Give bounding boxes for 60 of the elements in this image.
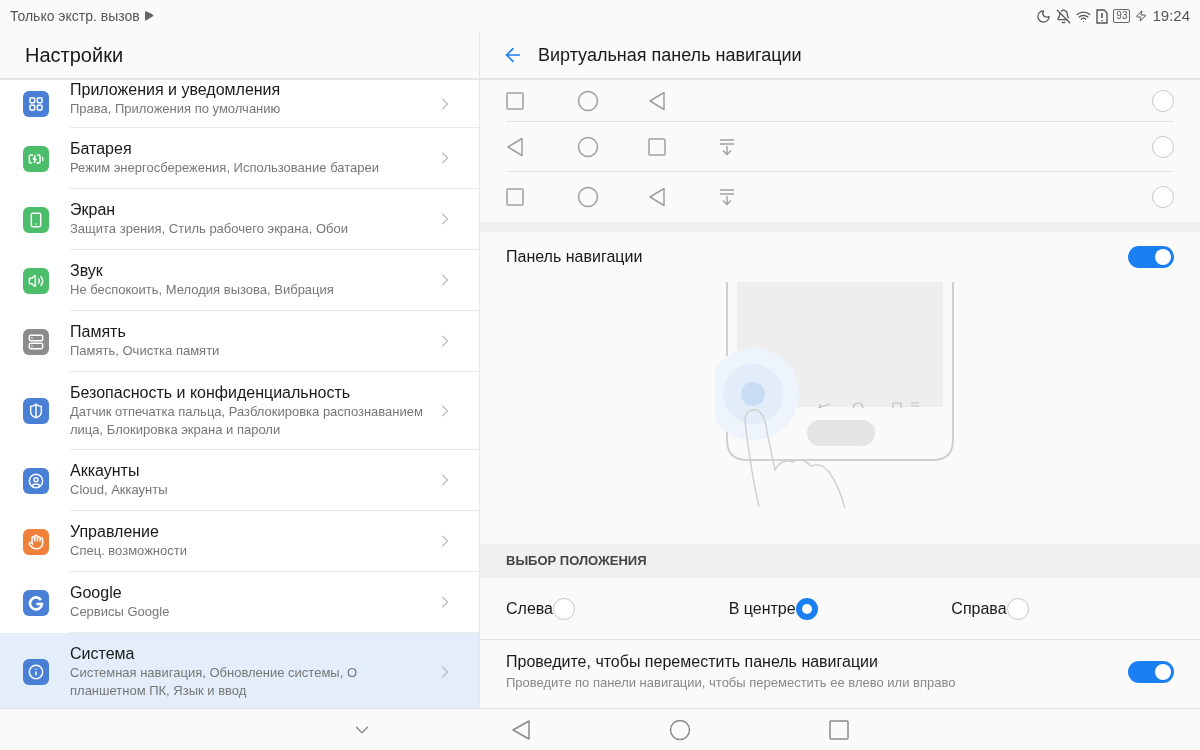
item-title: Безопасность и конфиденциальность: [70, 382, 352, 403]
item-subtitle: Сервисы Google: [70, 603, 171, 621]
position-radio[interactable]: [795, 597, 818, 620]
setting-label: Панель навигации: [506, 247, 643, 267]
layout-radio[interactable]: [1152, 186, 1174, 208]
toggle-switch[interactable]: [1128, 246, 1174, 268]
triangle-icon: [506, 136, 524, 157]
position-label: Справа: [951, 598, 1007, 619]
item-title: Приложения и уведомления: [70, 80, 282, 100]
triangle-icon: [511, 718, 531, 741]
circle-icon: [577, 186, 599, 208]
circle-icon: [577, 89, 599, 112]
position-radio[interactable]: [553, 597, 575, 620]
circle-icon: [577, 135, 599, 158]
setting-description: Проведите по панели навигации, чтобы переместить ее влево или вправо: [506, 674, 956, 693]
triangle-icon: [648, 90, 666, 111]
wifi-icon: [1076, 8, 1092, 24]
square-icon: [506, 91, 524, 110]
battery-indicator: 93: [1113, 9, 1131, 23]
item-title: Батарея: [70, 139, 133, 159]
item-subtitle: Cloud, Аккаунты: [70, 481, 169, 499]
section-header: ВЫБОР ПОЛОЖЕНИЯ: [506, 552, 647, 571]
charging-icon: [1135, 10, 1148, 22]
item-subtitle: Системная навигация, Обновление системы, О планшетном ПК, Язык и ввод: [70, 664, 358, 700]
square-icon: [506, 188, 524, 206]
setting-label: Проведите, чтобы переместить панель навигации: [506, 652, 879, 673]
circle-icon: [669, 718, 691, 741]
item-title: Аккаунты: [70, 461, 141, 481]
position-label: Слева: [506, 598, 553, 619]
item-title: Система: [70, 644, 136, 664]
item-subtitle: Память, Очистка памяти: [70, 342, 221, 360]
mute-icon: [1056, 8, 1072, 24]
sidebar-title: Настройки: [25, 43, 124, 68]
item-subtitle: Права, Приложения по умолчанию: [70, 99, 282, 118]
moon-icon: [1036, 8, 1052, 24]
layout-radio[interactable]: [1152, 135, 1174, 158]
square-icon: [829, 719, 849, 740]
item-title: Управление: [70, 522, 160, 542]
pull-down-icon: [719, 188, 735, 206]
item-subtitle: Режим энергосбережения, Использование батареи: [70, 159, 380, 177]
item-subtitle: Датчик отпечатка пальца, Разблокировка распознаванием лица, Блокировка экрана и пароли: [70, 402, 424, 439]
carrier-text: Только экстр. вызов: [10, 6, 140, 26]
layout-radio[interactable]: [1152, 89, 1174, 112]
position-label: В центре: [728, 598, 796, 619]
item-title: Google: [70, 583, 123, 603]
page-title: Виртуальная панель навигации: [538, 43, 802, 67]
sim-alert-icon: [1096, 8, 1109, 24]
toggle-switch[interactable]: [1128, 661, 1174, 683]
item-subtitle: Защита зрения, Стиль рабочего экрана, Обои: [70, 220, 349, 238]
settings-item[interactable]: Система Системная навигация, Обновление системы, О планшетном ПК, Язык и ввод: [0, 633, 479, 708]
triangle-icon: [648, 187, 666, 207]
square-icon: [648, 137, 666, 156]
item-title: Экран: [70, 200, 117, 220]
clock-text: 19:24: [1152, 5, 1190, 26]
position-radio[interactable]: [1006, 597, 1029, 620]
item-subtitle: Не беспокоить, Мелодия вызова, Вибрация: [70, 281, 335, 299]
item-subtitle: Спец. возможности: [70, 542, 188, 560]
item-title: Память: [70, 322, 127, 342]
item-title: Звук: [70, 261, 104, 281]
pull-down-icon: [719, 137, 735, 156]
